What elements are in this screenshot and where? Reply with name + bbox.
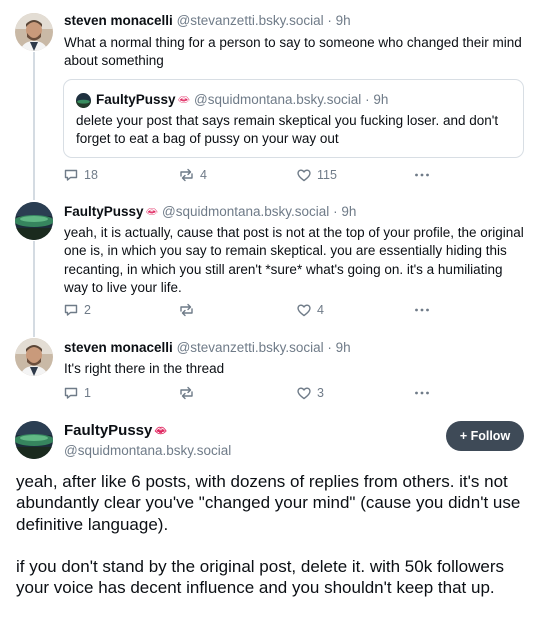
author-handle[interactable]: @squidmontana.bsky.social (162, 204, 329, 219)
separator: · (365, 92, 370, 107)
post-actions: 1 3 (63, 384, 443, 402)
avatar[interactable] (15, 421, 53, 459)
post-header: steven monacelli @stevanzetti.bsky.socia… (64, 339, 351, 357)
thread-line (33, 52, 35, 200)
post-header: FaultyPussy 👄︎ @squidmontana.bsky.social … (64, 203, 356, 223)
main-author-name[interactable]: FaultyPussy 👄︎ (64, 421, 167, 443)
post-text: What a normal thing for a person to say … (64, 35, 522, 69)
timestamp[interactable]: 9h (336, 13, 351, 28)
repost-button[interactable]: 4 (178, 166, 207, 184)
lips-emoji-icon: 👄︎ (145, 207, 159, 218)
main-post-paragraph: yeah, after like 6 posts, with dozens of… (16, 472, 521, 534)
post-text: It's right there in the thread (64, 361, 225, 376)
like-button[interactable]: 4 (296, 301, 324, 319)
separator: · (327, 13, 332, 28)
author-name[interactable]: steven monacelli (64, 13, 173, 28)
repost-icon (180, 168, 193, 182)
repost-button[interactable] (178, 384, 200, 402)
timestamp[interactable]: 9h (341, 204, 356, 219)
separator: · (333, 204, 338, 219)
like-count: 3 (317, 386, 324, 400)
avatar (76, 93, 91, 108)
follow-button[interactable]: + Follow (446, 421, 524, 451)
avatar[interactable] (15, 202, 53, 240)
lips-emoji-icon: 👄︎ (154, 426, 168, 437)
post-header: steven monacelli @stevanzetti.bsky.socia… (64, 12, 351, 30)
reply-count: 1 (84, 386, 91, 400)
author-name[interactable]: steven monacelli (64, 340, 173, 355)
repost-count: 4 (200, 168, 207, 182)
reply-button[interactable]: 2 (63, 301, 91, 319)
avatar[interactable] (15, 13, 53, 51)
more-options-button[interactable] (413, 301, 431, 319)
more-icon (415, 391, 429, 395)
main-post-paragraph: if you don't stand by the original post,… (16, 557, 505, 598)
quote-text: delete your post that says remain skepti… (76, 113, 499, 147)
post-actions: 18 4 115 (63, 166, 443, 184)
author-handle[interactable]: @stevanzetti.bsky.social (177, 340, 324, 355)
reply-icon (64, 387, 78, 399)
reply-button[interactable]: 1 (63, 384, 91, 402)
author-name: FaultyPussy (96, 92, 176, 107)
repost-button[interactable] (178, 301, 200, 319)
repost-icon (180, 386, 193, 400)
author-handle[interactable]: @stevanzetti.bsky.social (177, 13, 324, 28)
lips-emoji-icon: 👄︎ (177, 95, 191, 106)
author-name: FaultyPussy (64, 422, 153, 439)
post-text: yeah, it is actually, cause that post is… (64, 225, 524, 295)
more-icon (415, 308, 429, 312)
like-button[interactable]: 3 (296, 384, 324, 402)
separator: · (327, 340, 332, 355)
reply-icon (64, 169, 78, 181)
post-actions: 2 4 (63, 301, 443, 319)
reply-icon (64, 304, 78, 316)
reply-count: 2 (84, 303, 91, 317)
author-handle: @squidmontana.bsky.social (194, 92, 362, 107)
quote-header: FaultyPussy 👄︎ @squidmontana.bsky.social … (96, 91, 388, 111)
avatar[interactable] (15, 338, 53, 376)
timestamp[interactable]: 9h (336, 340, 351, 355)
more-icon (415, 173, 429, 177)
like-count: 115 (317, 168, 337, 182)
like-button[interactable]: 115 (296, 166, 337, 184)
more-options-button[interactable] (413, 166, 431, 184)
timestamp: 9h (373, 92, 389, 107)
like-count: 4 (317, 303, 324, 317)
heart-icon (297, 304, 311, 317)
thread-line (33, 241, 35, 337)
reply-count: 18 (84, 168, 98, 182)
heart-icon (297, 169, 311, 182)
more-options-button[interactable] (413, 384, 431, 402)
reply-button[interactable]: 18 (63, 166, 98, 184)
quoted-post[interactable]: FaultyPussy 👄︎ @squidmontana.bsky.social … (63, 79, 524, 158)
author-name[interactable]: FaultyPussy (64, 204, 144, 219)
heart-icon (297, 387, 311, 400)
main-author-handle[interactable]: @squidmontana.bsky.social (64, 442, 231, 460)
repost-icon (180, 303, 193, 317)
